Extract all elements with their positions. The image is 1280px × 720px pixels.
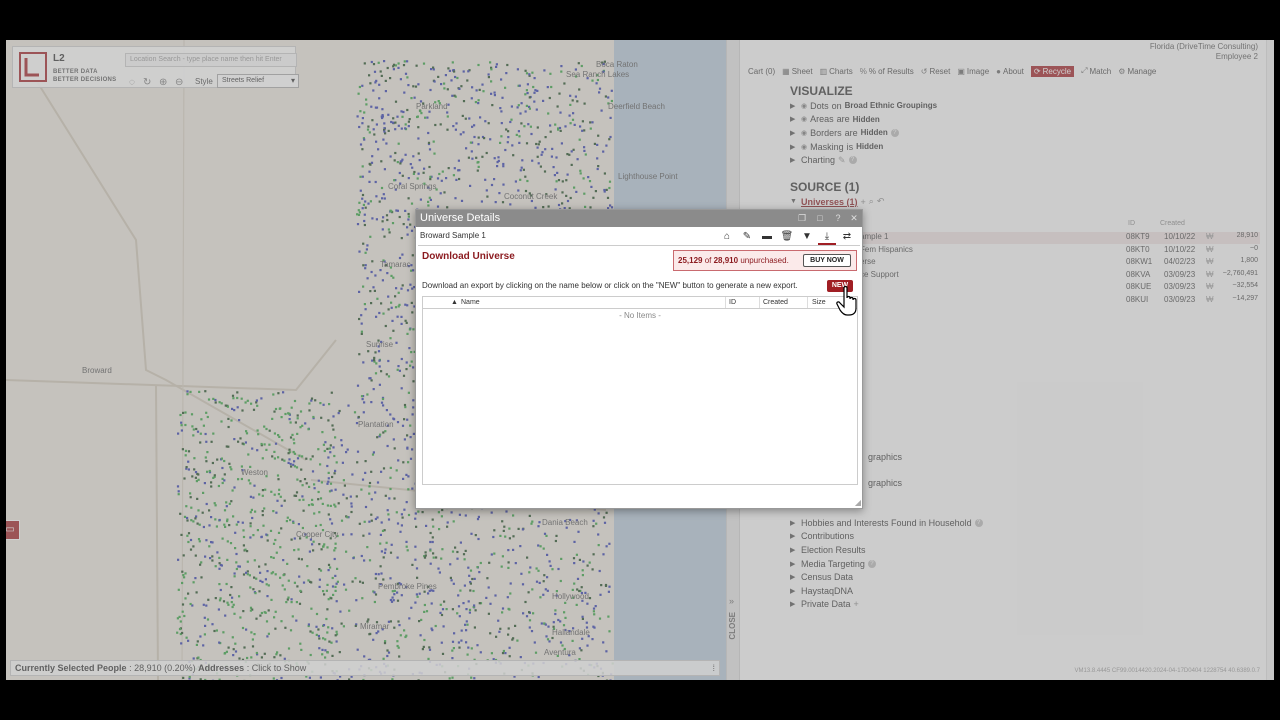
sort-asc-icon[interactable]: ▲ — [451, 299, 458, 306]
swap-icon[interactable]: ⇄ — [838, 229, 856, 245]
hand-cursor-icon — [836, 286, 857, 316]
download-heading: Download Universe — [422, 251, 515, 262]
col-created[interactable]: Created — [763, 299, 788, 306]
universe-details-dialog: Universe Details ❐ □ ? ✕ Broward Sample … — [415, 209, 863, 509]
col-id[interactable]: ID — [729, 299, 736, 306]
resize-grip-icon[interactable]: ◢ — [855, 498, 861, 507]
purchase-box: 25,129 of 28,910 unpurchased. BUY NOW — [673, 250, 857, 271]
of-label: of — [704, 256, 712, 265]
folder-icon[interactable]: ▬ — [758, 229, 776, 245]
help-icon[interactable]: ? — [832, 212, 844, 224]
download-icon[interactable]: ⤓ — [818, 229, 836, 245]
restore-icon[interactable]: ❐ — [796, 212, 808, 224]
col-name[interactable]: Name — [461, 299, 480, 306]
download-instructions: Download an export by clicking on the na… — [422, 281, 798, 290]
unpurchased-count: 25,129 — [678, 256, 703, 265]
close-icon[interactable]: ✕ — [848, 212, 860, 224]
filter-icon[interactable]: ▼ — [798, 229, 816, 245]
exports-grid: ▲ Name ID Created Size - No Items - — [422, 296, 858, 485]
buy-now-button[interactable]: BUY NOW — [803, 254, 851, 267]
maximize-icon[interactable]: □ — [814, 212, 826, 224]
exports-grid-header: ▲ Name ID Created Size — [423, 297, 857, 309]
col-size[interactable]: Size — [812, 299, 826, 306]
edit-icon[interactable]: ✎ — [738, 229, 756, 245]
empty-message: - No Items - — [619, 311, 661, 320]
home-icon[interactable]: ⌂ — [718, 229, 736, 245]
total-count: 28,910 — [713, 256, 739, 265]
app-stage: Boca Raton Deerfield Beach Parkland Coral S… — [6, 40, 1274, 680]
trash-icon[interactable]: 🗑 — [778, 229, 796, 245]
unpurchased-label: unpurchased. — [740, 256, 789, 265]
